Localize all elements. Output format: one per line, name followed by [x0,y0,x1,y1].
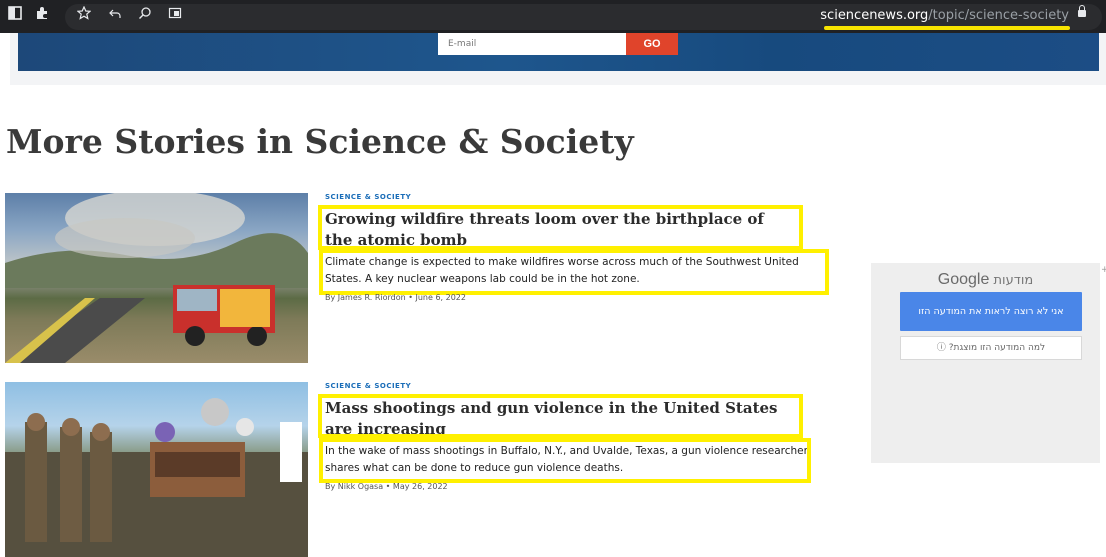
star-icon[interactable] [74,5,94,26]
story-byline: By Nikk Ogasa • May 26, 2022 [325,482,448,491]
url-path: /topic/science-society [928,8,1069,23]
ad-panel: Google מודעות אני לא רוצה לראות את המודע… [871,263,1100,463]
section-title: More Stories in Science & Society [6,122,634,161]
sidebar-icon[interactable] [5,6,25,26]
info-icon: ⓘ [936,343,946,353]
install-icon[interactable] [165,6,185,26]
search-icon[interactable] [135,6,155,26]
go-button[interactable]: GO [626,33,678,55]
highlight-box [319,249,829,295]
highlight-box [318,394,803,438]
why-this-ad-label: למה המודעה הזו מוצגת? [948,343,1046,353]
share-icon[interactable] [105,6,125,26]
google-logo: Google [937,271,990,288]
story-kicker[interactable]: SCIENCE & SOCIETY [325,193,411,201]
ad-label: מודעות [993,273,1034,288]
browser-toolbar: sciencenews.org/topic/science-society [0,0,1106,33]
story-image-shooting[interactable] [5,382,308,557]
url-highlight-underline [824,26,1070,30]
lock-icon[interactable] [1078,5,1086,17]
highlight-box [318,205,803,250]
why-this-ad-button[interactable]: למה המודעה הזו מוצגת? ⓘ [900,336,1082,360]
email-field[interactable] [438,33,626,55]
url-text[interactable]: sciencenews.org/topic/science-society [820,7,1069,25]
ad-corner-mark-icon: + [1101,265,1106,275]
story-byline: By James R. Riordon • June 6, 2022 [325,293,466,302]
hide-ad-button[interactable]: אני לא רוצה לראות את המודעה הזו [900,292,1082,331]
extensions-icon[interactable] [32,6,52,26]
highlight-box [319,438,811,483]
story-kicker[interactable]: SCIENCE & SOCIETY [325,382,411,390]
ad-header: Google מודעות [871,271,1100,289]
story-image-wildfire[interactable] [5,193,308,363]
url-domain: sciencenews.org [820,8,929,23]
